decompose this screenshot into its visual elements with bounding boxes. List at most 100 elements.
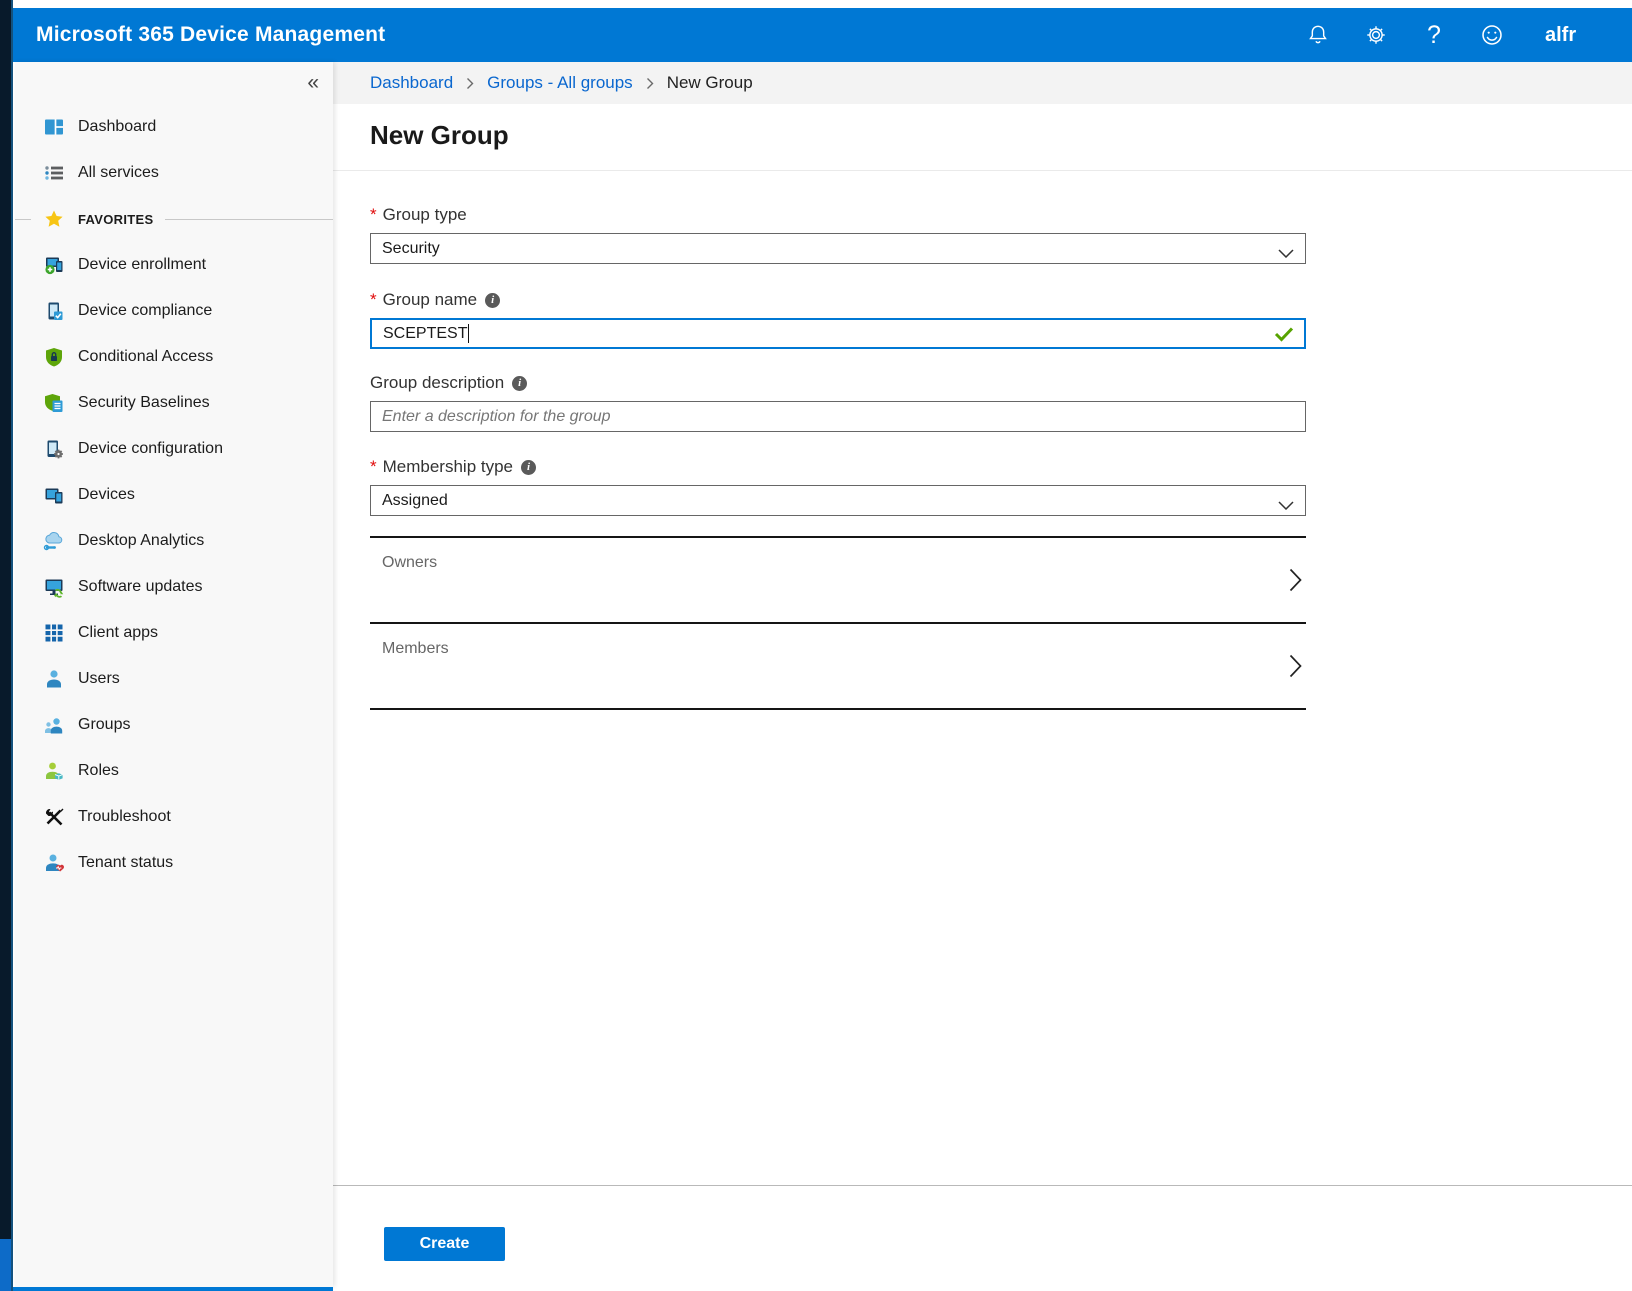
sidebar-collapse-icon[interactable]: « <box>307 72 319 93</box>
group-type-select[interactable]: Security <box>370 233 1306 264</box>
sidebar-item-label: Dashboard <box>78 118 156 136</box>
star-icon <box>42 208 65 231</box>
chevron-right-icon <box>1289 568 1302 597</box>
members-label: Members <box>382 640 449 658</box>
help-icon[interactable]: ? <box>1405 8 1463 62</box>
sidebar-item-label: Tenant status <box>78 854 173 872</box>
security-baselines-icon <box>42 392 65 415</box>
group-description-input[interactable]: Enter a description for the group <box>370 401 1306 432</box>
portal-edge-strip-bottom <box>0 1239 11 1291</box>
sidebar-item-troubleshoot[interactable]: Troubleshoot <box>15 794 333 840</box>
sidebar-item-label: Devices <box>78 486 135 504</box>
required-asterisk: * <box>370 290 377 310</box>
sidebar-item-label: Security Baselines <box>78 394 210 412</box>
top-margin <box>0 0 1632 8</box>
info-icon[interactable]: i <box>521 460 536 475</box>
membership-type-select[interactable]: Assigned <box>370 485 1306 516</box>
sidebar-item-device-enrollment[interactable]: Device enrollment <box>15 242 333 288</box>
troubleshoot-icon <box>42 806 65 829</box>
sidebar-item-groups[interactable]: Groups <box>15 702 333 748</box>
page-title: New Group <box>370 120 509 151</box>
sidebar-section-label: FAVORITES <box>78 212 153 227</box>
info-icon[interactable]: i <box>485 293 500 308</box>
breadcrumb-groups-all-groups[interactable]: Groups - All groups <box>487 73 633 93</box>
app-title[interactable]: Microsoft 365 Device Management <box>36 23 385 47</box>
desktop-analytics-icon <box>42 530 65 553</box>
sidebar-nav: Dashboard All services <box>15 104 333 886</box>
sidebar-item-client-apps[interactable]: Client apps <box>15 610 333 656</box>
members-row[interactable]: Members <box>370 622 1306 708</box>
sidebar-item-device-compliance[interactable]: Device compliance <box>15 288 333 334</box>
users-icon <box>42 668 65 691</box>
required-asterisk: * <box>370 457 377 477</box>
sidebar-item-label: All services <box>78 164 159 182</box>
footer-divider <box>333 1185 1632 1186</box>
sidebar-bottom-accent <box>0 1287 333 1291</box>
conditional-access-icon <box>42 346 65 369</box>
breadcrumb-dashboard[interactable]: Dashboard <box>370 73 453 93</box>
owners-row[interactable]: Owners <box>370 536 1306 622</box>
sidebar-item-software-updates[interactable]: Software updates <box>15 564 333 610</box>
group-type-field: * Group type Security <box>370 205 1306 264</box>
chevron-right-icon <box>1289 654 1302 683</box>
sidebar-item-label: Groups <box>78 716 130 734</box>
header-divider <box>333 170 1632 171</box>
create-button[interactable]: Create <box>384 1227 505 1261</box>
membership-type-field: * Membership type i Assigned <box>370 457 1306 516</box>
sidebar-item-tenant-status[interactable]: Tenant status <box>15 840 333 886</box>
devices-icon <box>42 484 65 507</box>
sidebar-item-label: Roles <box>78 762 119 780</box>
sidebar-item-label: Device configuration <box>78 440 223 458</box>
sidebar-item-label: Device compliance <box>78 302 212 320</box>
sidebar-item-label: Desktop Analytics <box>78 532 204 550</box>
sidebar-item-label: Troubleshoot <box>78 808 171 826</box>
feedback-smiley-icon[interactable] <box>1463 8 1521 62</box>
sidebar: « Dashboard <box>15 62 333 1287</box>
sidebar-section-favorites: FAVORITES <box>15 196 333 242</box>
info-icon[interactable]: i <box>512 376 527 391</box>
all-services-icon <box>42 162 65 185</box>
settings-gear-icon[interactable] <box>1347 8 1405 62</box>
text-caret <box>468 324 469 343</box>
sidebar-item-dashboard[interactable]: Dashboard <box>15 104 333 150</box>
owners-label: Owners <box>382 554 437 572</box>
sidebar-item-devices[interactable]: Devices <box>15 472 333 518</box>
roles-icon <box>42 760 65 783</box>
sidebar-item-label: Users <box>78 670 120 688</box>
device-compliance-icon <box>42 300 65 323</box>
valid-check-icon <box>1274 326 1294 347</box>
group-name-label: * Group name i <box>370 290 1306 310</box>
account-user-name[interactable]: alfr <box>1545 24 1632 47</box>
software-updates-icon <box>42 576 65 599</box>
chevron-right-icon <box>646 77 654 90</box>
sidebar-item-roles[interactable]: Roles <box>15 748 333 794</box>
client-apps-icon <box>42 622 65 645</box>
group-description-placeholder: Enter a description for the group <box>382 408 611 426</box>
sidebar-item-security-baselines[interactable]: Security Baselines <box>15 380 333 426</box>
portal-edge-strip <box>0 0 13 1291</box>
sidebar-item-conditional-access[interactable]: Conditional Access <box>15 334 333 380</box>
sidebar-item-desktop-analytics[interactable]: Desktop Analytics <box>15 518 333 564</box>
sidebar-item-label: Client apps <box>78 624 158 642</box>
group-name-value: SCEPTEST <box>383 325 467 343</box>
membership-type-label: * Membership type i <box>370 457 1306 477</box>
group-name-input[interactable]: SCEPTEST <box>370 318 1306 349</box>
tenant-status-icon <box>42 852 65 875</box>
chevron-down-icon <box>1278 497 1294 515</box>
dashboard-icon <box>42 116 65 139</box>
required-asterisk: * <box>370 205 377 225</box>
notifications-bell-icon[interactable] <box>1289 8 1347 62</box>
sidebar-item-device-configuration[interactable]: Device configuration <box>15 426 333 472</box>
device-configuration-icon <box>42 438 65 461</box>
chevron-down-icon <box>1278 245 1294 263</box>
group-name-field: * Group name i SCEPTEST <box>370 290 1306 349</box>
group-type-label: * Group type <box>370 205 1306 225</box>
breadcrumb-current: New Group <box>667 73 753 93</box>
main-content: Dashboard Groups - All groups New Group … <box>333 62 1632 1291</box>
membership-type-value: Assigned <box>382 492 448 510</box>
group-description-label: Group description i <box>370 373 1306 393</box>
rows-end-divider <box>370 708 1306 710</box>
sidebar-item-users[interactable]: Users <box>15 656 333 702</box>
sidebar-item-label: Conditional Access <box>78 348 213 366</box>
sidebar-item-all-services[interactable]: All services <box>15 150 333 196</box>
